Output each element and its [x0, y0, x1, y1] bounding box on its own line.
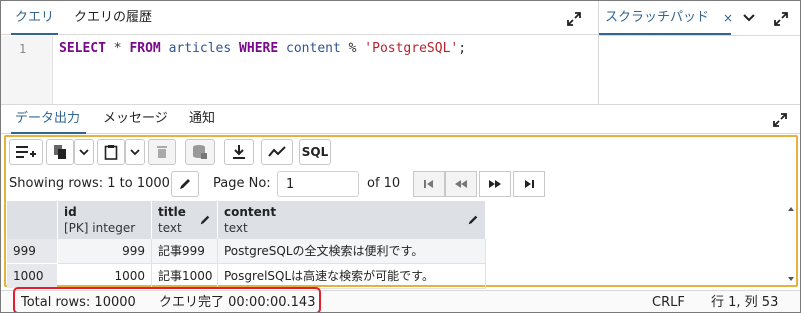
scrollbar-arrows — [788, 207, 794, 281]
sql-operator: * — [105, 41, 130, 56]
divider — [599, 35, 800, 36]
chevron-down-icon — [79, 149, 89, 156]
database-save-icon — [193, 145, 207, 159]
tab-scratch-pad[interactable]: スクラッチパッド × — [599, 1, 733, 35]
trash-icon — [157, 146, 167, 158]
first-page-icon — [424, 180, 433, 188]
add-row-button[interactable] — [9, 139, 43, 165]
row-header-corner[interactable] — [7, 201, 58, 239]
tab-data-output[interactable]: データ出力 — [10, 105, 87, 134]
previous-page-button[interactable] — [445, 171, 477, 197]
tab-query-history[interactable]: クエリの履歴 — [74, 1, 152, 35]
next-page-button[interactable] — [479, 171, 511, 197]
cell-title[interactable]: 記事999 — [152, 239, 218, 264]
sql-button[interactable]: SQL — [299, 139, 331, 165]
column-name: id — [64, 205, 77, 219]
column-header-id[interactable]: id [PK] integer — [58, 201, 152, 239]
edit-rows-button[interactable] — [171, 171, 199, 197]
scratch-pad-panel: スクラッチパッド × — [598, 1, 800, 104]
result-grid: id [PK] integer title text content text … — [7, 201, 487, 289]
line-gutter: 1 — [1, 36, 53, 104]
result-panel-tabs: データ出力 メッセージ 通知 — [1, 104, 800, 134]
tab-messages[interactable]: メッセージ — [103, 105, 168, 134]
line-chart-icon — [268, 146, 286, 157]
column-type: text — [158, 221, 182, 235]
cell-title[interactable]: 記事1000 — [152, 264, 218, 289]
cell-content[interactable]: PosgrelSQLは高速な検索が可能です。 — [218, 264, 486, 289]
chevron-down-icon — [130, 149, 140, 156]
sql-code-line[interactable]: SELECT * FROM articles WHERE content % '… — [59, 41, 466, 56]
download-icon — [233, 145, 245, 159]
line-number: 1 — [19, 42, 27, 56]
sql-string-literal: 'PostgreSQL' — [364, 41, 459, 56]
cell-content[interactable]: PostgreSQLの全文検索は便利です。 — [218, 239, 486, 264]
column-header-content[interactable]: content text — [218, 201, 486, 239]
first-page-button[interactable] — [413, 171, 445, 197]
last-page-icon — [525, 180, 534, 188]
sql-identifier: articles — [160, 41, 240, 56]
rewind-icon — [455, 180, 467, 188]
sql-keyword: WHERE — [239, 41, 279, 56]
sql-identifier: content — [278, 41, 349, 56]
last-page-button[interactable] — [513, 171, 545, 197]
sql-terminator: ; — [458, 41, 467, 56]
download-button[interactable] — [224, 139, 254, 165]
sql-label: SQL — [301, 145, 329, 159]
scratch-pad-label: スクラッチパッド — [605, 10, 710, 25]
sql-keyword: SELECT — [59, 41, 106, 56]
column-name: title — [158, 205, 186, 219]
editor-tab-bar: クエリ クエリの履歴 — [1, 1, 598, 35]
sql-operator: % — [348, 41, 365, 56]
cell-id[interactable]: 999 — [58, 239, 152, 264]
copy-options-button[interactable] — [74, 139, 94, 165]
page-number-input[interactable] — [277, 171, 359, 197]
column-header-title[interactable]: title text — [152, 201, 218, 239]
chevron-down-icon[interactable] — [743, 13, 755, 23]
expand-icon[interactable] — [567, 12, 581, 26]
delete-row-button[interactable] — [148, 139, 176, 165]
close-icon[interactable]: × — [723, 1, 733, 35]
paste-options-button[interactable] — [125, 139, 145, 165]
pencil-icon — [468, 215, 478, 225]
showing-rows-text: Showing rows: 1 to 1000 — [9, 176, 170, 191]
expand-icon[interactable] — [774, 12, 788, 26]
pencil-icon — [180, 179, 190, 189]
graph-visualiser-button[interactable] — [261, 139, 293, 165]
save-data-button[interactable] — [185, 139, 215, 165]
query-tool-window: クエリ クエリの履歴 スクラッチパッド × 1 SELECT * FROM ar… — [0, 0, 801, 313]
pencil-icon — [200, 215, 210, 225]
page-count-text: of 10 — [367, 176, 401, 191]
sql-editor[interactable]: 1 SELECT * FROM articles WHERE content %… — [1, 36, 598, 104]
page-no-label: Page No: — [213, 176, 271, 191]
paste-button[interactable] — [97, 139, 125, 165]
cursor-position-text: 行 1, 列 53 — [711, 295, 779, 310]
column-type: [PK] integer — [64, 221, 136, 235]
column-name: content — [224, 205, 277, 219]
copy-icon — [54, 145, 66, 159]
row-number[interactable]: 999 — [7, 239, 57, 264]
cell-id[interactable]: 1000 — [58, 264, 152, 289]
column-type: text — [224, 221, 248, 235]
add-row-icon — [16, 146, 36, 158]
status-highlight-box — [13, 287, 321, 312]
row-number[interactable]: 1000 — [7, 264, 57, 289]
tab-notifications[interactable]: 通知 — [189, 105, 215, 134]
tab-query[interactable]: クエリ — [10, 1, 59, 35]
clipboard-icon — [104, 145, 118, 160]
expand-icon[interactable] — [773, 113, 787, 127]
copy-button[interactable] — [46, 139, 74, 165]
sql-keyword: FROM — [129, 41, 161, 56]
line-ending-text: CRLF — [652, 295, 685, 310]
fast-forward-icon — [489, 180, 501, 188]
vertical-scrollbar[interactable] — [787, 204, 795, 284]
